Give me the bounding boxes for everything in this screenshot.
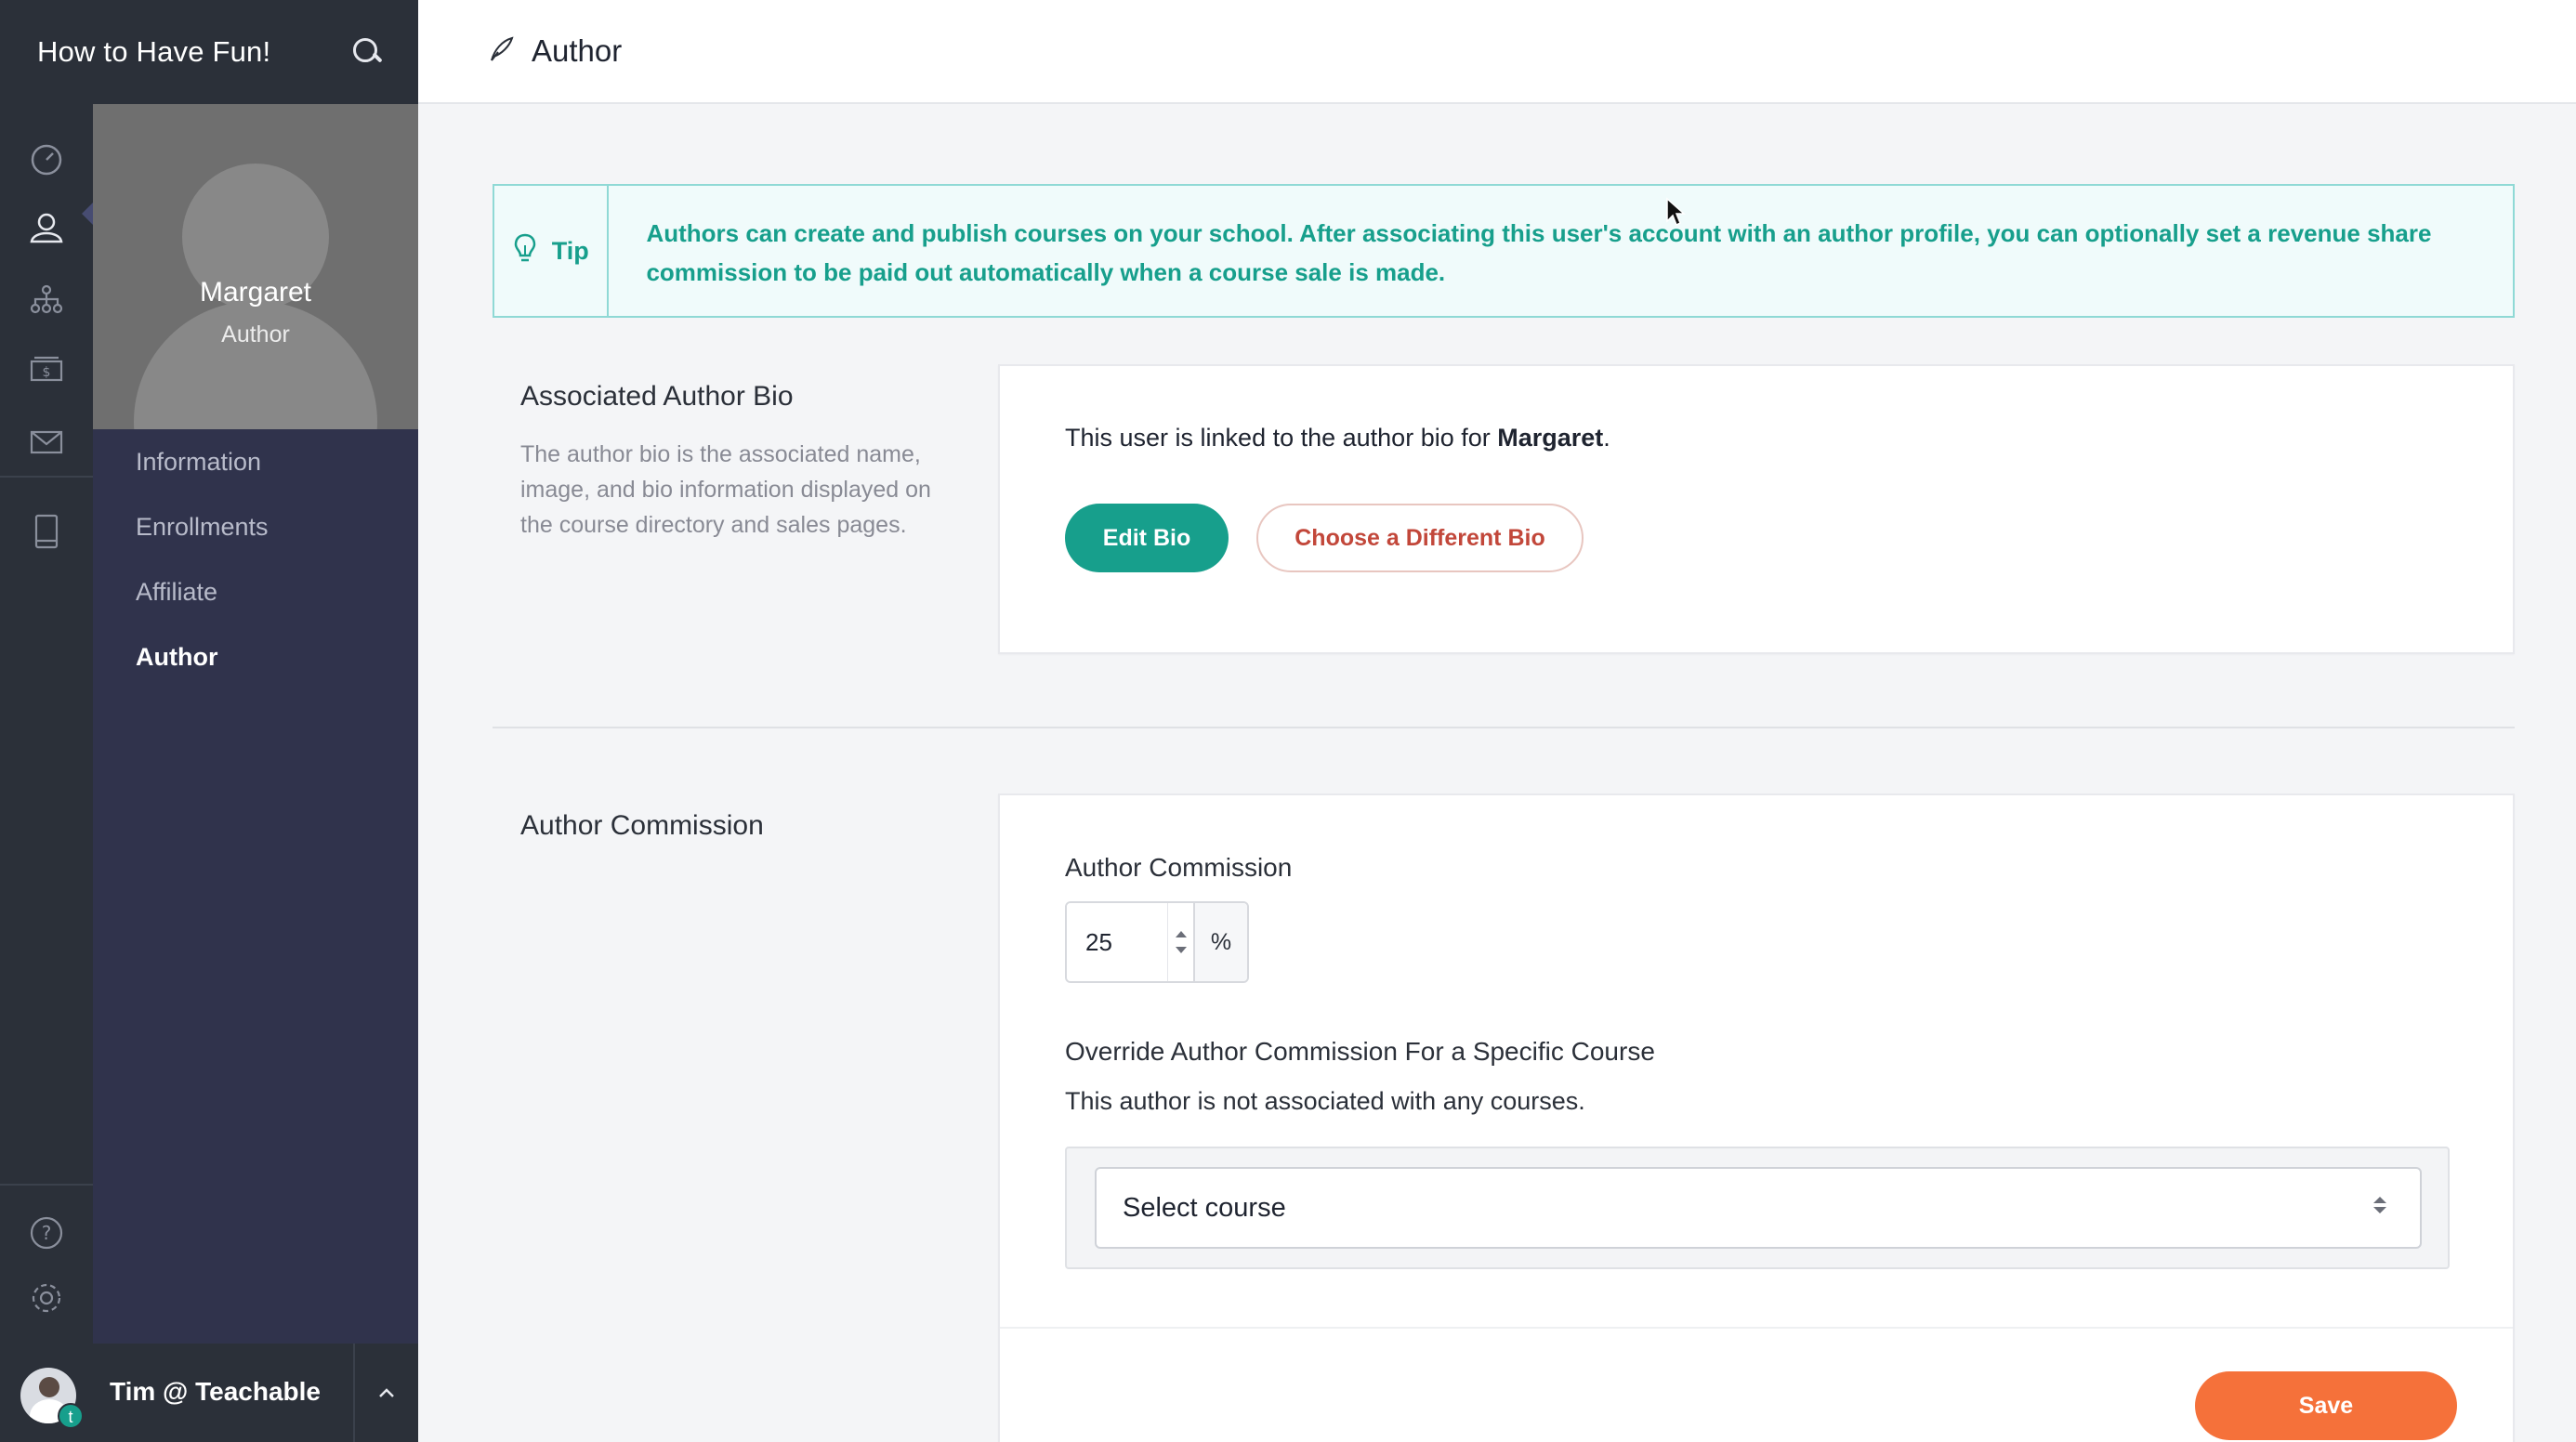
- lightbulb-icon: [513, 232, 537, 270]
- commission-input[interactable]: [1067, 903, 1167, 981]
- edit-bio-button[interactable]: Edit Bio: [1065, 504, 1229, 572]
- commission-stepper: %: [1065, 901, 1249, 983]
- search-icon[interactable]: [351, 36, 383, 68]
- mail-icon[interactable]: [28, 424, 65, 461]
- profile-card: Margaret Author: [93, 104, 418, 429]
- linked-bio-suffix: .: [1603, 424, 1610, 452]
- quill-icon: [487, 35, 515, 68]
- commission-field-label: Author Commission: [1065, 853, 1293, 882]
- tip-text: Authors can create and publish courses o…: [646, 219, 2432, 286]
- course-select-wrap: Select course: [1065, 1147, 2450, 1269]
- active-rail-marker: [82, 203, 93, 225]
- section-divider: [493, 727, 2515, 728]
- tip-banner: Tip Authors can create and publish cours…: [493, 184, 2515, 318]
- sidebar-nav: Information Enrollments Affiliate Author: [93, 429, 418, 689]
- sitemap-icon[interactable]: [28, 281, 65, 318]
- money-icon[interactable]: $: [28, 351, 65, 388]
- linked-bio-prefix: This user is linked to the author bio fo…: [1065, 424, 1498, 452]
- profile-name: Margaret: [199, 277, 312, 308]
- user-sidebar: Margaret Author Information Enrollments …: [93, 104, 418, 1344]
- tip-label-area: Tip: [494, 186, 610, 316]
- save-button[interactable]: Save: [2195, 1371, 2457, 1440]
- no-courses-note: This author is not associated with any c…: [1065, 1087, 1585, 1115]
- profile-role: Author: [221, 321, 290, 347]
- linked-bio-name: Margaret: [1497, 424, 1604, 452]
- page-header: Author: [418, 0, 2576, 104]
- percent-suffix: %: [1193, 903, 1247, 981]
- svg-text:$: $: [43, 365, 51, 380]
- commission-section-title: Author Commission: [520, 810, 764, 841]
- bio-card: This user is linked to the author bio fo…: [998, 364, 2515, 654]
- tablet-icon[interactable]: [28, 513, 65, 550]
- dashboard-icon[interactable]: [28, 141, 65, 178]
- icon-rail: $ ?: [0, 104, 93, 1344]
- select-arrows-icon: [2373, 1197, 2386, 1213]
- sidebar-item-information[interactable]: Information: [93, 429, 418, 494]
- course-select-value: Select course: [1123, 1192, 1286, 1223]
- avatar-placeholder-body: [134, 301, 377, 429]
- stepper-arrows[interactable]: [1167, 903, 1193, 981]
- linked-bio-text: This user is linked to the author bio fo…: [1065, 424, 1610, 452]
- help-icon[interactable]: ?: [28, 1214, 65, 1252]
- course-select[interactable]: Select course: [1095, 1167, 2422, 1249]
- card-footer: Save: [1000, 1327, 2513, 1442]
- app-root: How to Have Fun! $ ? Margaret Author Inf…: [0, 0, 2576, 1442]
- svg-text:?: ?: [42, 1222, 52, 1244]
- user-bar: t Tim @ Teachable: [0, 1344, 418, 1442]
- brand-bar: How to Have Fun!: [0, 0, 418, 104]
- settings-icon[interactable]: [28, 1279, 65, 1317]
- tip-label: Tip: [551, 236, 589, 265]
- rail-divider-bottom: [0, 1184, 93, 1186]
- commission-card: Author Commission % Override Author Comm…: [998, 793, 2515, 1442]
- increment-arrow-icon[interactable]: [1175, 931, 1187, 937]
- user-name[interactable]: Tim @ Teachable: [110, 1377, 321, 1407]
- page-title: Author: [532, 33, 623, 68]
- mouse-cursor-icon: [1666, 197, 1686, 227]
- chevron-up-icon[interactable]: [353, 1344, 418, 1442]
- school-title[interactable]: How to Have Fun!: [37, 35, 270, 69]
- sidebar-item-affiliate[interactable]: Affiliate: [93, 559, 418, 624]
- decrement-arrow-icon[interactable]: [1175, 947, 1187, 953]
- avatar-badge: t: [58, 1403, 84, 1429]
- sidebar-item-author[interactable]: Author: [93, 624, 418, 689]
- choose-different-bio-button[interactable]: Choose a Different Bio: [1256, 504, 1584, 572]
- rail-divider: [0, 476, 93, 478]
- override-commission-label: Override Author Commission For a Specifi…: [1065, 1037, 1655, 1066]
- bio-section-title: Associated Author Bio: [520, 381, 794, 412]
- bio-section-description: The author bio is the associated name, i…: [520, 441, 931, 538]
- users-icon[interactable]: [28, 210, 65, 247]
- sidebar-item-enrollments[interactable]: Enrollments: [93, 494, 418, 559]
